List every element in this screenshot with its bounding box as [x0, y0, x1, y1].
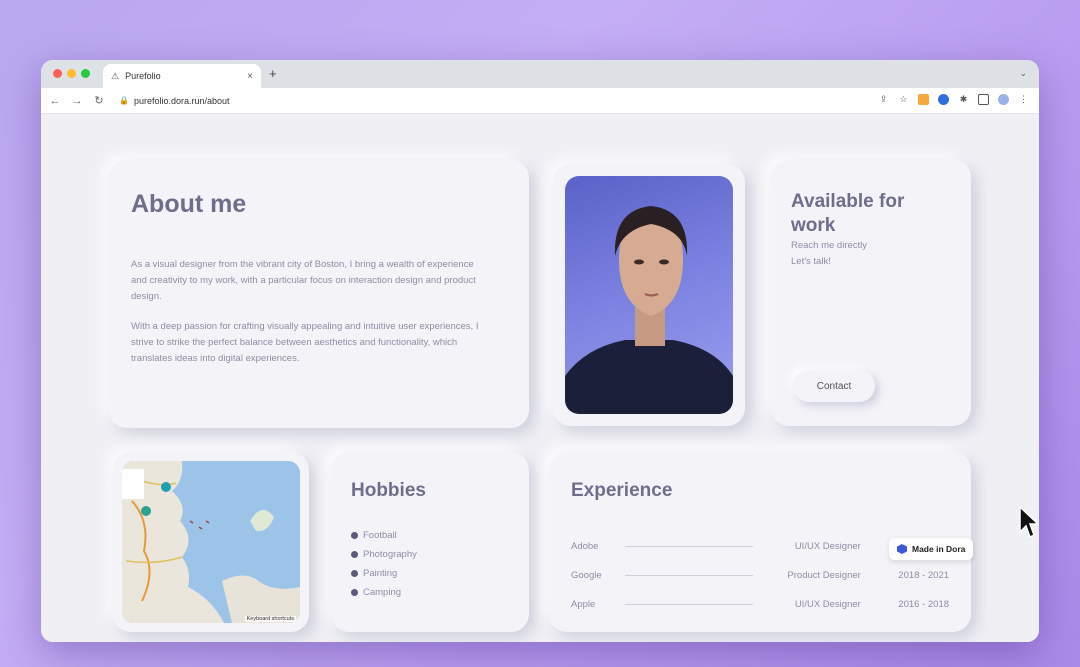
list-item: Football	[351, 530, 509, 541]
experience-row: Google Product Designer 2018 - 2021	[571, 561, 949, 590]
portrait-photo	[565, 176, 733, 414]
portrait-card	[553, 164, 745, 426]
profile-icon[interactable]	[998, 94, 1009, 105]
list-item: Photography	[351, 549, 509, 560]
experience-role: UI/UX Designer	[794, 599, 861, 610]
list-item: Painting	[351, 568, 509, 579]
tab-close-icon[interactable]: ×	[247, 71, 253, 82]
bullet-icon	[351, 532, 358, 539]
list-item: Camping	[351, 587, 509, 598]
extension-blue-icon[interactable]	[938, 94, 949, 105]
bookmark-star-icon[interactable]: ☆	[898, 94, 909, 105]
about-card: About me As a visual designer from the v…	[109, 160, 529, 428]
experience-divider	[624, 575, 753, 576]
bullet-icon	[351, 570, 358, 577]
address-text: purefolio.dora.run/about	[133, 95, 230, 106]
back-arrow-icon[interactable]: ←	[49, 95, 61, 107]
experience-title: Experience	[571, 480, 673, 501]
site-info-icon[interactable]: 🔒	[119, 96, 129, 105]
experience-company: Apple	[571, 599, 596, 610]
experience-divider	[624, 546, 753, 547]
badge-label: Made in Dora	[912, 544, 966, 554]
experience-divider	[624, 604, 753, 605]
availability-card: Available for work Reach me directly Let…	[771, 160, 971, 426]
share-icon[interactable]: ⇪	[878, 94, 889, 105]
hobbies-list: Football Photography Painting Camping	[351, 530, 509, 598]
reload-icon[interactable]: ↻	[93, 94, 105, 107]
minimize-window-button[interactable]	[67, 69, 76, 78]
hobby-label: Photography	[363, 549, 417, 560]
experience-company: Google	[571, 570, 602, 581]
portrait-illustration	[565, 206, 733, 414]
extensions-puzzle-icon[interactable]: ✱	[958, 94, 969, 105]
location-map[interactable]: Keyboard shortcuts	[122, 461, 300, 623]
page-content: About me As a visual designer from the v…	[41, 114, 1039, 642]
experience-years: 2016 - 2018	[898, 599, 950, 610]
hobbies-card: Hobbies Football Photography Painting Ca…	[331, 452, 529, 632]
hobby-label: Camping	[363, 587, 402, 598]
tab-title: Purefolio	[125, 71, 161, 81]
about-title: About me	[131, 190, 247, 218]
tab-favicon-icon: ⚠	[111, 70, 120, 81]
maximize-window-button[interactable]	[81, 69, 90, 78]
forward-arrow-icon[interactable]: →	[71, 95, 83, 107]
experience-company: Adobe	[571, 541, 599, 552]
about-paragraph-1: As a visual designer from the vibrant ci…	[131, 259, 476, 302]
experience-role: UI/UX Designer	[794, 541, 861, 552]
availability-line-1: Reach me directly	[791, 240, 868, 251]
side-panel-icon[interactable]	[978, 94, 989, 105]
tab-menu-chevron-icon[interactable]: ⌄	[1019, 68, 1027, 79]
availability-title: Available for work	[791, 191, 905, 236]
experience-row: Apple UI/UX Designer 2016 - 2018	[571, 590, 949, 619]
bullet-icon	[351, 551, 358, 558]
dora-logo-icon	[897, 544, 907, 554]
map-card: Keyboard shortcuts	[113, 452, 309, 632]
tab-bar: ⚠ Purefolio × + ⌄	[41, 60, 1039, 88]
hobby-label: Football	[363, 530, 397, 541]
made-in-dora-badge[interactable]: Made in Dora	[889, 538, 974, 560]
experience-years: 2018 - 2021	[898, 570, 950, 581]
experience-role: Product Designer	[787, 570, 861, 581]
hobbies-title: Hobbies	[351, 480, 426, 501]
mouse-cursor-icon	[1019, 506, 1039, 539]
new-tab-button[interactable]: +	[269, 66, 277, 81]
bullet-icon	[351, 589, 358, 596]
browser-tab[interactable]: ⚠ Purefolio ×	[103, 64, 261, 88]
close-window-button[interactable]	[53, 69, 62, 78]
extension-orange-icon[interactable]	[918, 94, 929, 105]
browser-menu-icon[interactable]: ⋮	[1018, 94, 1029, 105]
address-bar[interactable]: 🔒 purefolio.dora.run/about	[119, 96, 230, 106]
map-illustration	[122, 461, 300, 623]
contact-button[interactable]: Contact	[793, 370, 875, 402]
map-credit-text[interactable]: Keyboard shortcuts	[244, 616, 296, 622]
about-paragraph-2: With a deep passion for crafting visuall…	[131, 321, 479, 364]
browser-toolbar: ← → ↻ 🔒 purefolio.dora.run/about ⇪ ☆ ✱ ⋮	[41, 88, 1039, 114]
availability-line-2: Let's talk!	[791, 256, 831, 267]
hobby-label: Painting	[363, 568, 398, 579]
